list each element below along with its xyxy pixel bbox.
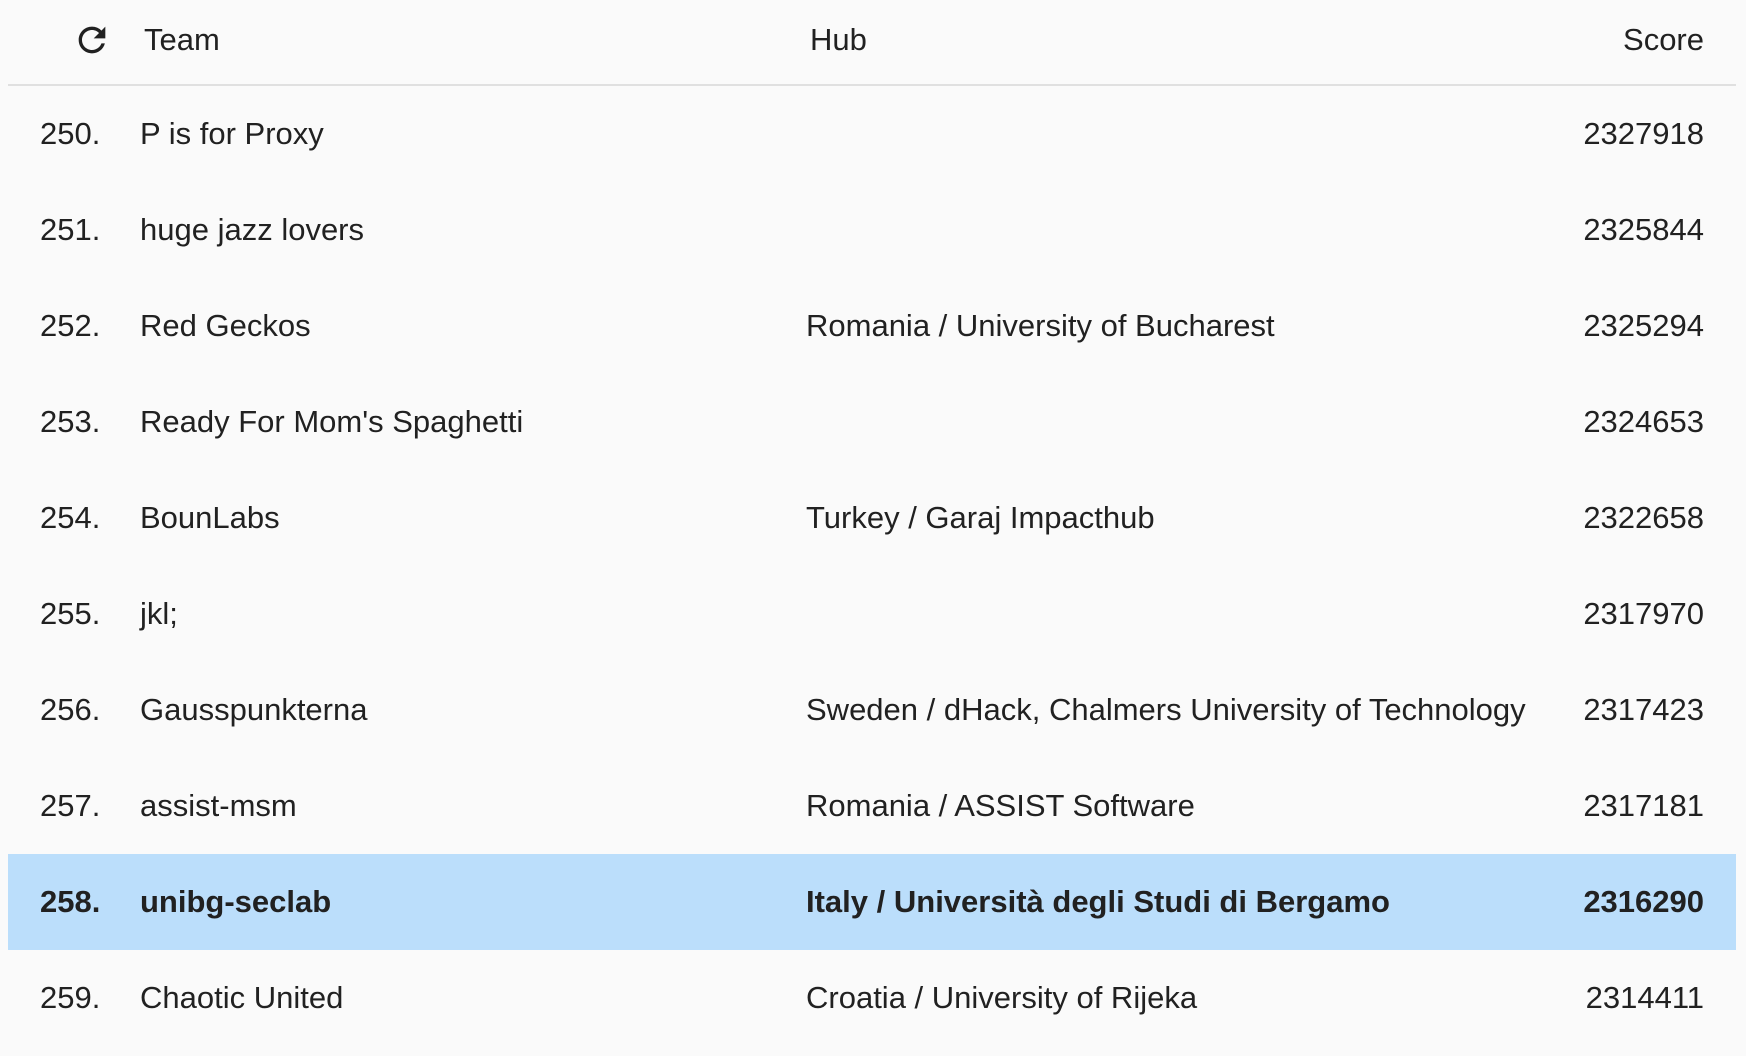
score-cell: 2314411 xyxy=(1585,980,1704,1015)
table-row[interactable]: 251. huge jazz lovers 2325844 xyxy=(8,182,1736,278)
rank-cell: 250. xyxy=(40,116,101,151)
team-cell: Chaotic United xyxy=(140,980,344,1015)
table-row[interactable]: 253. Ready For Mom's Spaghetti 2324653 xyxy=(8,374,1736,470)
team-cell: Ready For Mom's Spaghetti xyxy=(140,404,524,439)
team-cell: jkl; xyxy=(140,596,178,631)
score-cell: 2325294 xyxy=(1583,308,1704,343)
table-row[interactable]: 250. P is for Proxy 2327918 xyxy=(8,86,1736,182)
table-row[interactable]: 252. Red Geckos Romania / University of … xyxy=(8,278,1736,374)
score-cell: 2317970 xyxy=(1583,596,1704,631)
table-row[interactable]: 256. Gausspunkterna Sweden / dHack, Chal… xyxy=(8,662,1736,758)
score-cell: 2322658 xyxy=(1583,500,1704,535)
score-cell: 2325844 xyxy=(1583,212,1704,247)
score-cell: 2317423 xyxy=(1583,692,1704,727)
table-body: 250. P is for Proxy 2327918 251. huge ja… xyxy=(8,86,1736,1046)
team-cell: P is for Proxy xyxy=(140,116,324,151)
hub-cell: Sweden / dHack, Chalmers University of T… xyxy=(806,692,1526,727)
score-cell: 2324653 xyxy=(1583,404,1704,439)
rank-cell: 258. xyxy=(40,884,101,919)
rank-cell: 259. xyxy=(40,980,101,1015)
team-cell: unibg-seclab xyxy=(140,884,332,919)
rank-cell: 252. xyxy=(40,308,101,343)
rank-cell: 255. xyxy=(40,596,101,631)
score-cell: 2316290 xyxy=(1583,884,1704,919)
rank-cell: 251. xyxy=(40,212,101,247)
score-cell: 2317181 xyxy=(1583,788,1704,823)
table-row[interactable]: 259. Chaotic United Croatia / University… xyxy=(8,950,1736,1046)
leaderboard-table: Team Hub Score 250. P is for Proxy 23279… xyxy=(8,0,1736,1046)
hub-cell: Romania / University of Bucharest xyxy=(806,308,1275,343)
table-row[interactable]: 257. assist-msm Romania / ASSIST Softwar… xyxy=(8,758,1736,854)
team-cell: Gausspunkterna xyxy=(140,692,368,727)
rank-cell: 253. xyxy=(40,404,101,439)
refresh-icon[interactable] xyxy=(72,20,112,60)
hub-cell: Italy / Università degli Studi di Bergam… xyxy=(806,884,1390,919)
team-cell: Red Geckos xyxy=(140,308,311,343)
table-row[interactable]: 255. jkl; 2317970 xyxy=(8,566,1736,662)
team-cell: BounLabs xyxy=(140,500,280,535)
score-cell: 2327918 xyxy=(1583,116,1704,151)
column-header-score[interactable]: Score xyxy=(1623,20,1704,60)
rank-cell: 257. xyxy=(40,788,101,823)
team-cell: huge jazz lovers xyxy=(140,212,365,247)
rank-cell: 254. xyxy=(40,500,101,535)
team-cell: assist-msm xyxy=(140,788,297,823)
hub-cell: Croatia / University of Rijeka xyxy=(806,980,1198,1015)
hub-cell: Romania / ASSIST Software xyxy=(806,788,1195,823)
table-row[interactable]: 254. BounLabs Turkey / Garaj Impacthub 2… xyxy=(8,470,1736,566)
table-header: Team Hub Score xyxy=(8,0,1736,86)
rank-cell: 256. xyxy=(40,692,101,727)
column-header-hub[interactable]: Hub xyxy=(810,20,867,60)
column-header-team[interactable]: Team xyxy=(144,20,220,60)
table-row[interactable]: 258. unibg-seclab Italy / Università deg… xyxy=(8,854,1736,950)
hub-cell: Turkey / Garaj Impacthub xyxy=(806,500,1155,535)
